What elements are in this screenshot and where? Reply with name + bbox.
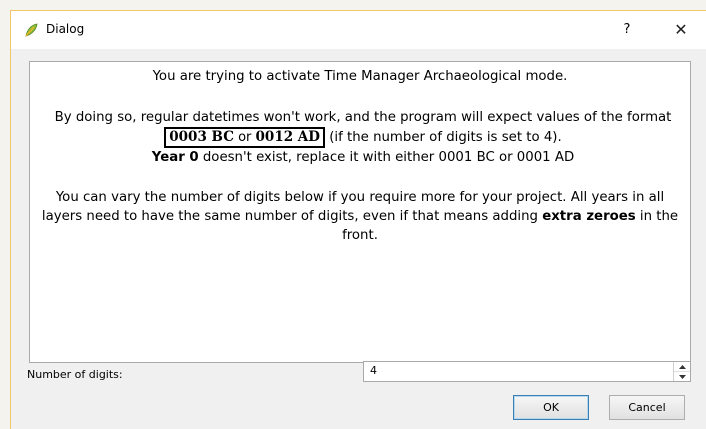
close-button[interactable]: ✕ [661,17,701,43]
spin-buttons [673,362,690,381]
message-intro: You are trying to activate Time Manager … [152,69,568,84]
format-example-box: 0003 BC or 0012 AD [164,127,325,148]
digits-label: Number of digits: [27,368,123,381]
arrow-down-icon [678,374,686,379]
qgis-leaf-icon [25,23,38,37]
message-digits-note: You can vary the number of digits below … [41,190,679,243]
message-format: By doing so, regular datetimes won't wor… [54,110,672,165]
close-icon: ✕ [674,20,688,39]
cancel-button[interactable]: Cancel [609,395,685,420]
arrow-up-icon [678,364,686,369]
window-title: Dialog [46,22,85,36]
message-panel: You are trying to activate Time Manager … [29,61,691,363]
dialog-window: Dialog ? ✕ You are trying to activate Ti… [10,10,706,429]
ok-button[interactable]: OK [513,395,589,420]
spin-down-button[interactable] [674,372,690,381]
title-bar[interactable]: Dialog ? ✕ [11,11,706,49]
digits-value[interactable]: 4 [370,364,377,377]
help-button[interactable]: ? [607,17,647,43]
year0-label: Year 0 [151,150,199,165]
spin-up-button[interactable] [674,362,690,372]
digits-spinbox[interactable]: 4 [363,361,691,382]
